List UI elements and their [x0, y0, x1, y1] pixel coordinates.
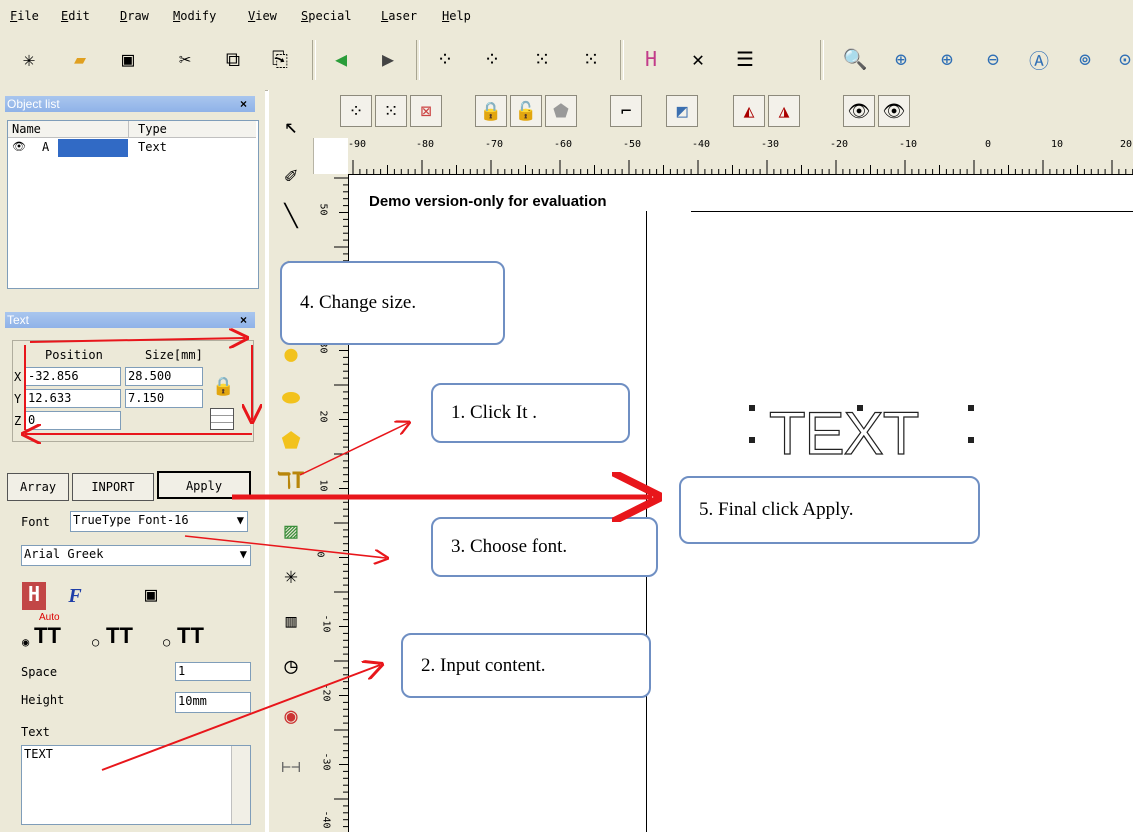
arrow-input-content [101, 665, 380, 771]
annotation-arrows [0, 0, 1133, 771]
arrow-choose-font [184, 535, 386, 558]
arrow-click-it [299, 423, 408, 476]
arrow-size-top [29, 338, 245, 342]
